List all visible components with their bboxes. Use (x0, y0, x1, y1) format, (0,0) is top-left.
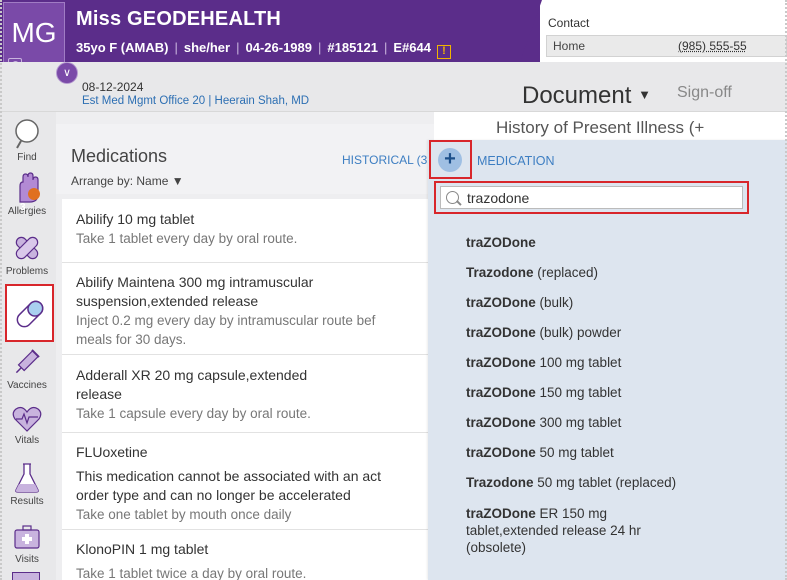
caret-down-icon: ▼ (638, 87, 651, 102)
medication-sig-cont: meals for 30 days. (76, 332, 187, 347)
medication-sig: Take 1 tablet twice a day by oral route. (76, 566, 307, 580)
patient-demographics: 35yo F (AMAB) | she/her | 04-26-1989 | #185121… (76, 40, 451, 59)
age-sex: 35yo F (AMAB) (76, 40, 169, 55)
medication-sig: Take 1 capsule every day by oral route. (76, 406, 311, 421)
patient-name[interactable]: Miss GEODEHEALTH (76, 8, 281, 31)
add-medication-label[interactable]: MEDICATION (477, 154, 555, 168)
mrn: #185121 (327, 40, 378, 55)
sidebar-item-allergies[interactable]: Allergies (2, 172, 52, 217)
search-result-item[interactable]: traZODone 150 mg tablet (466, 385, 621, 400)
search-result-item[interactable]: traZODone 100 mg tablet (466, 355, 621, 370)
sidebar-item-label: Results (10, 496, 44, 507)
list-item[interactable]: Adderall XR 20 mg capsule,extended relea… (62, 355, 434, 433)
medication-name: KlonoPIN 1 mg tablet (76, 541, 209, 557)
signoff-button[interactable]: Sign-off (677, 84, 732, 102)
encounter-number: E#644 (393, 40, 431, 55)
sidebar-item-vaccines[interactable]: Vaccines (2, 346, 52, 391)
search-result-item[interactable]: traZODone (466, 235, 536, 250)
document-menu[interactable]: Document ▼ (522, 82, 651, 110)
banner-notch (520, 0, 542, 62)
alert-icon[interactable]: ! (436, 45, 451, 59)
medication-sig: Inject 0.2 mg every day by intramuscular… (76, 313, 376, 328)
medication-name: Abilify 10 mg tablet (76, 211, 195, 227)
sidebar-item-label: Allergies (7, 206, 47, 217)
sidebar-item-label: Find (17, 152, 37, 163)
medication-warning-cont: order type and can no longer be accelera… (76, 487, 351, 503)
arrange-by-dropdown[interactable]: Arrange by: Name ▼ (71, 174, 184, 188)
sidebar-item-problems[interactable]: Problems (2, 232, 52, 277)
search-result-line: tablet,extended release 24 hr (466, 523, 641, 538)
magnifier-icon (15, 119, 39, 149)
list-item[interactable]: Abilify Maintena 300 mg intramuscular su… (62, 263, 434, 355)
pill-icon (16, 300, 44, 328)
search-result-item[interactable]: traZODone (bulk) powder (466, 325, 621, 340)
historical-medications-link[interactable]: HISTORICAL (35) (342, 153, 438, 167)
allergy-count-badge: 3 (20, 202, 26, 213)
contact-type: Home (553, 39, 586, 53)
sidebar-item-label: Vitals (14, 435, 40, 446)
medication-sig: Take 1 tablet every day by oral route. (76, 231, 298, 246)
medication-warning: This medication cannot be associated wit… (76, 468, 382, 484)
medication-sig: Take one tablet by mouth once daily (76, 507, 292, 522)
contact-phone[interactable]: (985) 555-55 (678, 39, 747, 53)
medication-name: Abilify Maintena 300 mg intramuscular (76, 274, 314, 290)
medications-title: Medications (71, 146, 168, 166)
hpi-section-title[interactable]: History of Present Illness (+ (496, 118, 704, 138)
medication-name-cont: release (76, 386, 122, 402)
flask-icon (15, 463, 39, 493)
bandage-icon (15, 236, 39, 260)
heart-icon (12, 406, 42, 432)
sidebar-item-visits[interactable]: Visits (2, 522, 52, 565)
sidebar-item-label: Vaccines (7, 380, 47, 391)
search-result-item[interactable]: traZODone 300 mg tablet (466, 415, 621, 430)
medication-search-input[interactable] (440, 186, 743, 209)
search-icon (446, 191, 459, 204)
sidebar-item-medications[interactable] (5, 296, 55, 334)
chevron-down-icon[interactable]: ∨ (56, 62, 78, 84)
sidebar-item-results[interactable]: Results (2, 462, 52, 507)
search-result-line: (obsolete) (466, 540, 527, 555)
frame-left-edge (0, 0, 2, 580)
syringe-icon (15, 349, 40, 374)
search-result-item[interactable]: traZODone 50 mg tablet (466, 445, 614, 460)
medication-list: Abilify 10 mg tablet Take 1 tablet every… (62, 199, 434, 580)
medication-name: Adderall XR 20 mg capsule,extended (76, 367, 308, 383)
search-result-item[interactable]: traZODone (bulk) (466, 295, 573, 310)
medication-name-cont: suspension,extended release (76, 293, 259, 309)
medication-name: FLUoxetine (76, 444, 148, 460)
dob: 04-26-1989 (245, 40, 312, 55)
list-item[interactable]: FLUoxetine This medication cannot be ass… (62, 433, 434, 530)
add-medication-button[interactable]: + (438, 148, 462, 172)
sidebar-item-label: Visits (15, 554, 39, 565)
search-result-item[interactable]: Trazodone 50 mg tablet (replaced) (466, 475, 676, 490)
contact-field[interactable]: Home (985) 555-55 (546, 35, 787, 57)
sidebar-item-more[interactable] (12, 572, 40, 580)
sidebar-item-find[interactable]: Find (2, 118, 52, 163)
hand-icon (19, 172, 40, 203)
contact-label: Contact (548, 16, 590, 30)
search-result-item[interactable]: Trazodone (replaced) (466, 265, 598, 280)
avatar-initials: MG (11, 17, 57, 48)
sidebar-item-label: Problems (5, 266, 49, 277)
visit-location[interactable]: Est Med Mgmt Office 20 | Heerain Shah, M… (82, 95, 309, 107)
document-title: Document (522, 82, 632, 109)
search-result-item[interactable]: traZODone ER 150 mg tablet,extended rele… (466, 505, 641, 556)
list-item[interactable]: KlonoPIN 1 mg tablet Take 1 tablet twice… (62, 530, 434, 580)
sidebar-item-vitals[interactable]: Vitals (2, 405, 52, 446)
list-item[interactable]: Abilify 10 mg tablet Take 1 tablet every… (62, 199, 434, 263)
medkit-icon (14, 525, 40, 549)
pronouns: she/her (183, 40, 231, 55)
visit-date: 08-12-2024 (82, 80, 144, 94)
